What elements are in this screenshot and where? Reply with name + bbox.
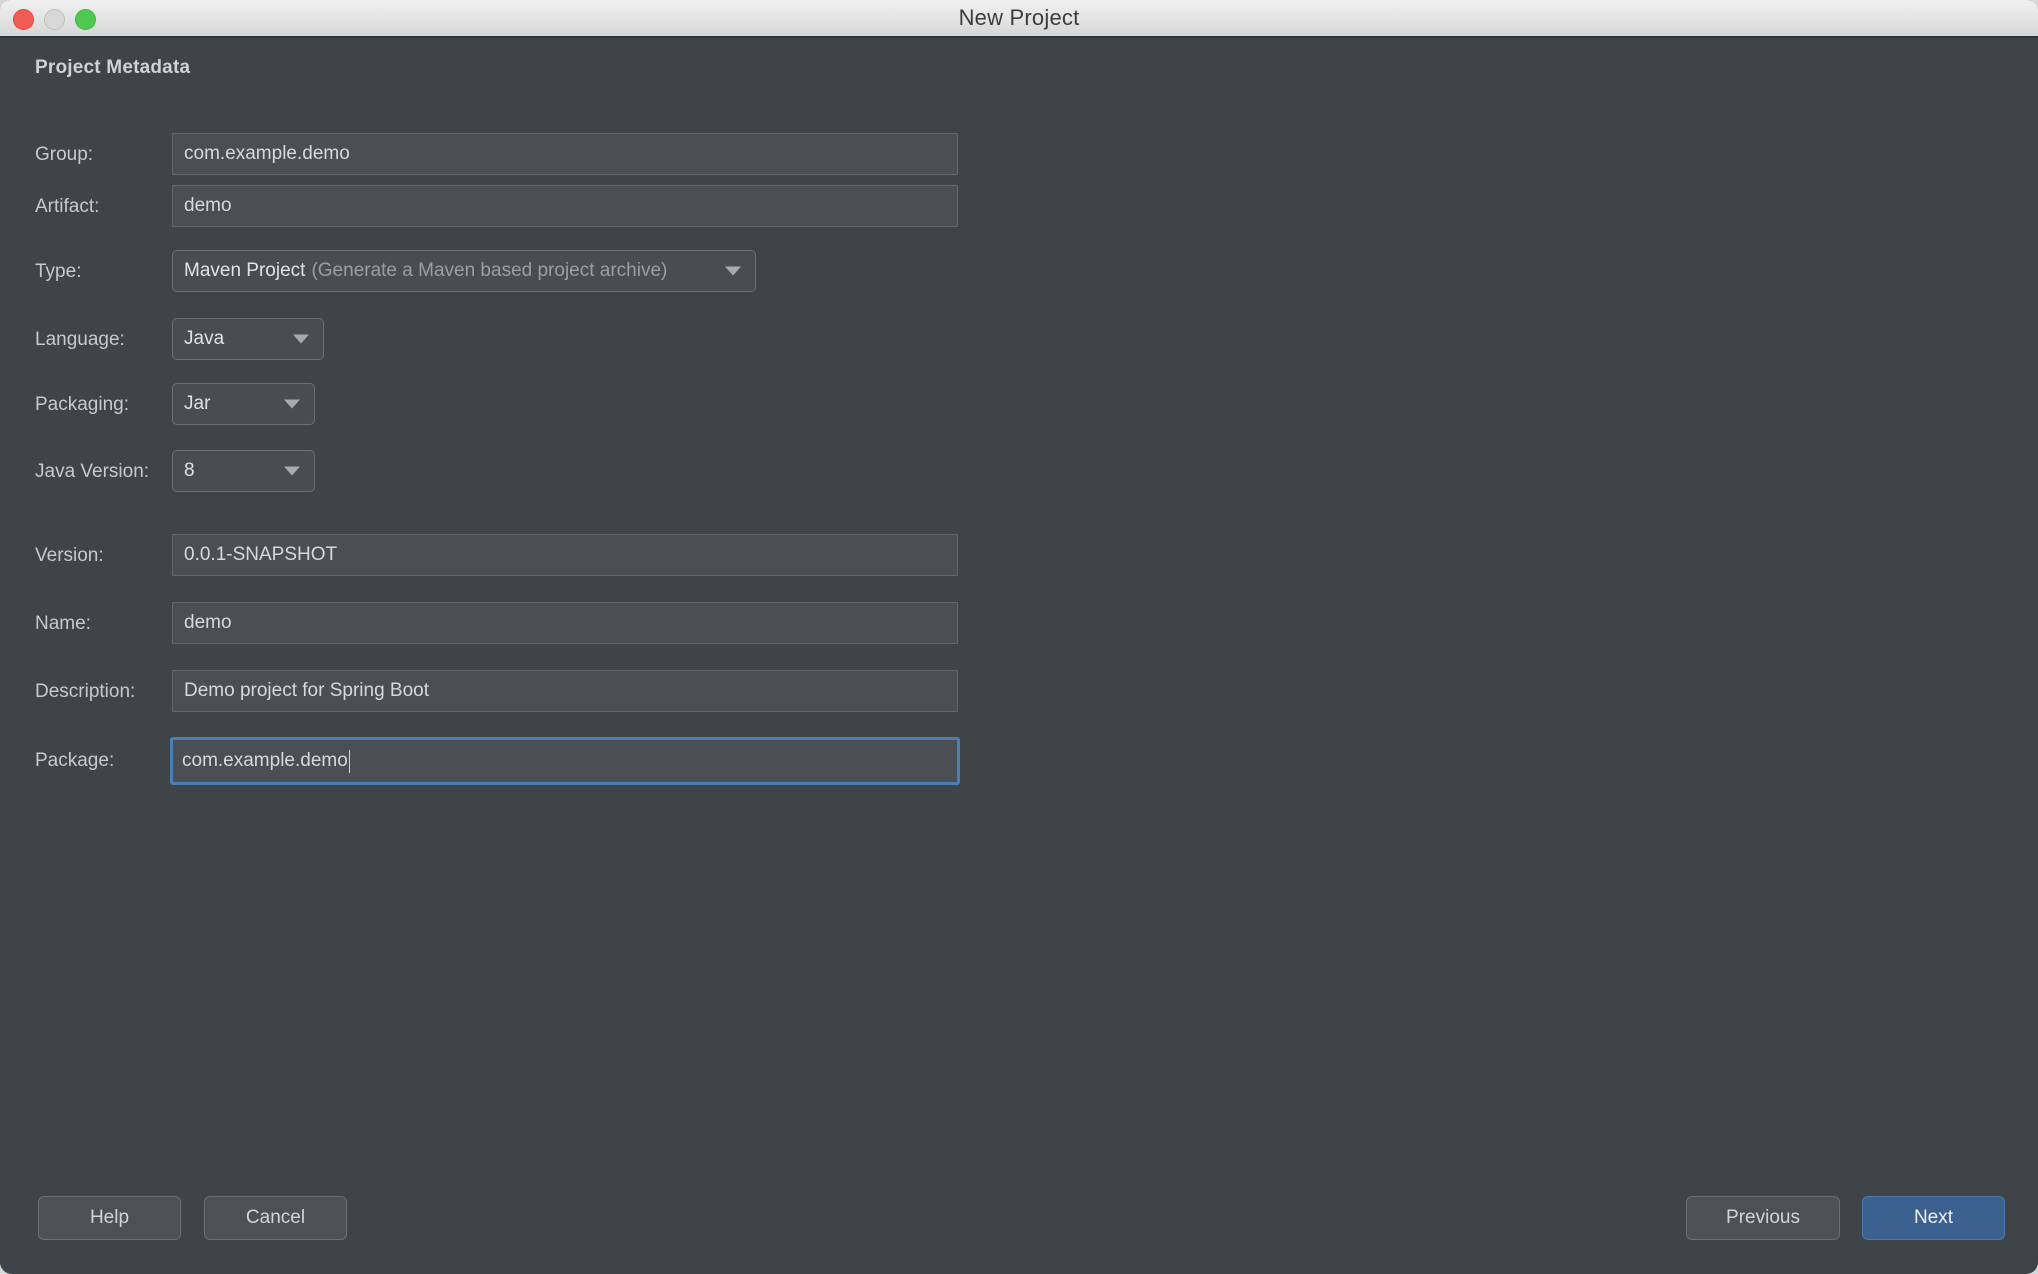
artifact-input[interactable]: demo: [172, 185, 958, 227]
group-label: Group:: [35, 133, 93, 177]
type-select[interactable]: Maven Project (Generate a Maven based pr…: [172, 250, 756, 292]
help-button-label: Help: [90, 1207, 129, 1229]
version-input[interactable]: 0.0.1-SNAPSHOT: [172, 534, 958, 576]
name-input[interactable]: demo: [172, 602, 958, 644]
description-label: Description:: [35, 670, 135, 714]
cancel-button-label: Cancel: [246, 1207, 305, 1229]
package-label: Package:: [35, 737, 114, 785]
type-select-value: Maven Project: [184, 260, 305, 282]
language-label: Language:: [35, 318, 125, 362]
chevron-down-icon: [284, 400, 300, 409]
packaging-select[interactable]: Jar: [172, 383, 315, 425]
name-input-value: demo: [184, 612, 232, 634]
type-label: Type:: [35, 250, 81, 294]
name-label: Name:: [35, 602, 91, 646]
help-button[interactable]: Help: [38, 1196, 181, 1240]
java-version-label: Java Version:: [35, 450, 149, 494]
next-button-label: Next: [1914, 1207, 1953, 1229]
cancel-button[interactable]: Cancel: [204, 1196, 347, 1240]
version-input-value: 0.0.1-SNAPSHOT: [184, 544, 337, 566]
version-label: Version:: [35, 534, 104, 578]
packaging-select-value: Jar: [184, 393, 210, 415]
next-button[interactable]: Next: [1862, 1196, 2005, 1240]
package-input-value: com.example.demo: [182, 750, 348, 772]
package-input[interactable]: com.example.demo: [170, 737, 960, 785]
artifact-label: Artifact:: [35, 185, 99, 229]
chevron-down-icon: [284, 467, 300, 476]
dialog-body: Project Metadata Group: com.example.demo…: [0, 38, 2038, 1272]
group-input[interactable]: com.example.demo: [172, 133, 958, 175]
language-select-value: Java: [184, 328, 224, 350]
window-titlebar[interactable]: New Project: [0, 0, 2038, 38]
chevron-down-icon: [293, 335, 309, 344]
java-version-select-value: 8: [184, 460, 195, 482]
description-input-value: Demo project for Spring Boot: [184, 680, 429, 702]
window-title: New Project: [0, 0, 2038, 36]
packaging-label: Packaging:: [35, 383, 129, 427]
description-input[interactable]: Demo project for Spring Boot: [172, 670, 958, 712]
chevron-down-icon: [725, 267, 741, 276]
type-select-hint: (Generate a Maven based project archive): [311, 260, 667, 282]
artifact-input-value: demo: [184, 195, 232, 217]
previous-button-label: Previous: [1726, 1207, 1800, 1229]
new-project-dialog-window: New Project Project Metadata Group: com.…: [0, 0, 2038, 1274]
java-version-select[interactable]: 8: [172, 450, 315, 492]
text-cursor: [349, 750, 350, 773]
page-title: Project Metadata: [35, 57, 190, 79]
previous-button[interactable]: Previous: [1686, 1196, 1840, 1240]
group-input-value: com.example.demo: [184, 143, 350, 165]
language-select[interactable]: Java: [172, 318, 324, 360]
